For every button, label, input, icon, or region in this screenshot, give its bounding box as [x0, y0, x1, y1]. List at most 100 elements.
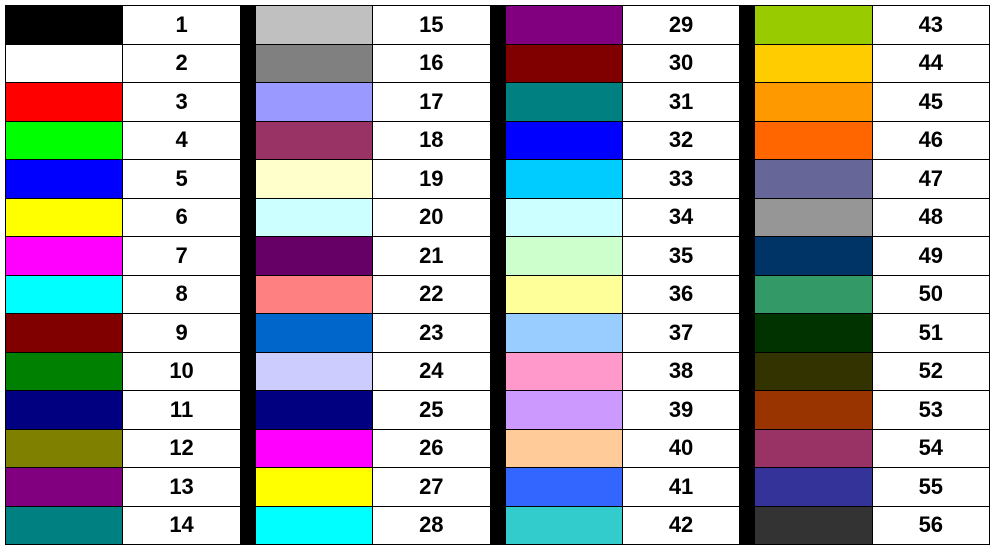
color-swatch: [506, 353, 623, 391]
color-index: 37: [623, 314, 740, 352]
color-swatch: [755, 199, 872, 237]
color-index: 19: [373, 160, 490, 198]
palette-row: 55: [755, 468, 990, 507]
color-index: 38: [623, 353, 740, 391]
color-index: 25: [373, 391, 490, 429]
palette-row: 13: [6, 468, 241, 507]
palette-row: 49: [755, 237, 990, 276]
color-index: 56: [873, 507, 990, 545]
palette-row: 34: [506, 199, 741, 238]
color-swatch: [506, 430, 623, 468]
color-index: 5: [123, 160, 240, 198]
color-index: 28: [373, 507, 490, 545]
palette-row: 31: [506, 83, 741, 122]
color-index: 42: [623, 507, 740, 545]
color-index: 55: [873, 468, 990, 506]
color-swatch: [6, 199, 123, 237]
color-swatch: [256, 468, 373, 506]
color-swatch: [506, 45, 623, 83]
color-swatch: [506, 160, 623, 198]
palette-row: 26: [256, 430, 491, 469]
palette-row: 56: [755, 507, 990, 546]
palette-row: 19: [256, 160, 491, 199]
color-index: 2: [123, 45, 240, 83]
color-index: 32: [623, 122, 740, 160]
palette-row: 37: [506, 314, 741, 353]
palette-row: 39: [506, 391, 741, 430]
palette-row: 41: [506, 468, 741, 507]
color-index: 3: [123, 83, 240, 121]
color-swatch: [6, 468, 123, 506]
color-index: 6: [123, 199, 240, 237]
color-index: 53: [873, 391, 990, 429]
color-swatch: [755, 391, 872, 429]
palette-row: 40: [506, 430, 741, 469]
color-swatch: [6, 45, 123, 83]
palette-row: 48: [755, 199, 990, 238]
column-separator: [740, 5, 754, 545]
color-index: 49: [873, 237, 990, 275]
color-swatch: [755, 507, 872, 545]
palette-row: 25: [256, 391, 491, 430]
color-swatch: [256, 353, 373, 391]
palette-row: 24: [256, 353, 491, 392]
color-swatch: [506, 199, 623, 237]
color-index: 31: [623, 83, 740, 121]
color-swatch: [755, 122, 872, 160]
palette-row: 29: [506, 6, 741, 45]
palette-row: 3: [6, 83, 241, 122]
color-index: 47: [873, 160, 990, 198]
color-index: 10: [123, 353, 240, 391]
color-swatch: [755, 276, 872, 314]
palette-row: 53: [755, 391, 990, 430]
palette-row: 43: [755, 6, 990, 45]
palette-row: 9: [6, 314, 241, 353]
palette-row: 6: [6, 199, 241, 238]
palette-row: 2: [6, 45, 241, 84]
color-swatch: [506, 468, 623, 506]
palette-row: 16: [256, 45, 491, 84]
color-swatch: [506, 507, 623, 545]
palette-row: 12: [6, 430, 241, 469]
color-index: 22: [373, 276, 490, 314]
color-index: 21: [373, 237, 490, 275]
palette-row: 11: [6, 391, 241, 430]
palette-row: 18: [256, 122, 491, 161]
palette-row: 36: [506, 276, 741, 315]
palette-row: 21: [256, 237, 491, 276]
color-index: 50: [873, 276, 990, 314]
color-index: 29: [623, 6, 740, 44]
color-swatch: [256, 160, 373, 198]
color-swatch: [256, 122, 373, 160]
color-swatch: [6, 391, 123, 429]
color-swatch: [506, 122, 623, 160]
color-index: 17: [373, 83, 490, 121]
column-separator: [241, 5, 255, 545]
color-swatch: [6, 507, 123, 545]
color-swatch: [6, 122, 123, 160]
color-index: 34: [623, 199, 740, 237]
color-index: 27: [373, 468, 490, 506]
palette-row: 8: [6, 276, 241, 315]
color-index: 7: [123, 237, 240, 275]
color-index: 39: [623, 391, 740, 429]
palette-column: 43 44 45 46 47 48 49 50 51 52 53 54 55 5…: [754, 5, 990, 545]
color-swatch: [6, 6, 123, 44]
color-index: 54: [873, 430, 990, 468]
color-index: 46: [873, 122, 990, 160]
color-swatch: [755, 430, 872, 468]
palette-row: 51: [755, 314, 990, 353]
palette-row: 35: [506, 237, 741, 276]
palette-row: 38: [506, 353, 741, 392]
palette-row: 7: [6, 237, 241, 276]
color-swatch: [256, 6, 373, 44]
palette-row: 32: [506, 122, 741, 161]
color-swatch: [755, 353, 872, 391]
color-index: 24: [373, 353, 490, 391]
color-index: 16: [373, 45, 490, 83]
color-swatch: [506, 237, 623, 275]
color-index: 15: [373, 6, 490, 44]
palette-row: 54: [755, 430, 990, 469]
color-index: 12: [123, 430, 240, 468]
color-swatch: [506, 391, 623, 429]
